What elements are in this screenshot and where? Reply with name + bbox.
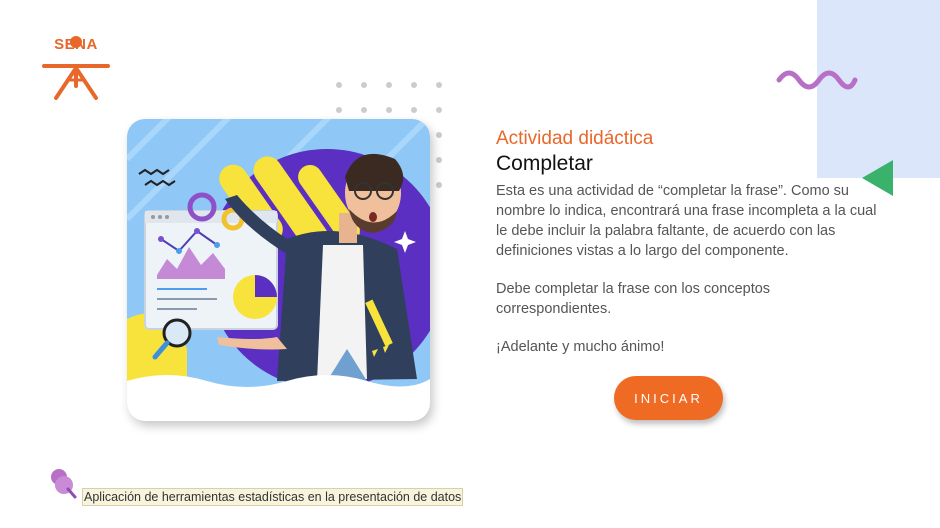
instruction-paragraph-2: Debe completar la frase con los concepto…	[496, 281, 771, 317]
sena-logo-icon: SENA	[40, 34, 112, 102]
encouragement-text: ¡Adelante y mucho ánimo!	[496, 339, 665, 355]
pushpin-icon	[51, 469, 77, 499]
instruction-paragraph-1: Esta es una actividad de “completar la f…	[496, 183, 877, 259]
man-presenting-chart-illustration	[127, 119, 430, 421]
logo-text: SENA	[54, 36, 98, 53]
activity-description: Actividad didáctica Completar Esta es un…	[496, 127, 888, 375]
activity-illustration-card	[127, 119, 430, 421]
start-button[interactable]: INICIAR	[614, 376, 723, 420]
course-title-label: Aplicación de herramientas estadísticas …	[82, 488, 464, 506]
activity-subtitle: Actividad didáctica	[496, 128, 654, 149]
activity-title: Completar	[496, 152, 593, 175]
wave-decoration	[776, 70, 858, 90]
